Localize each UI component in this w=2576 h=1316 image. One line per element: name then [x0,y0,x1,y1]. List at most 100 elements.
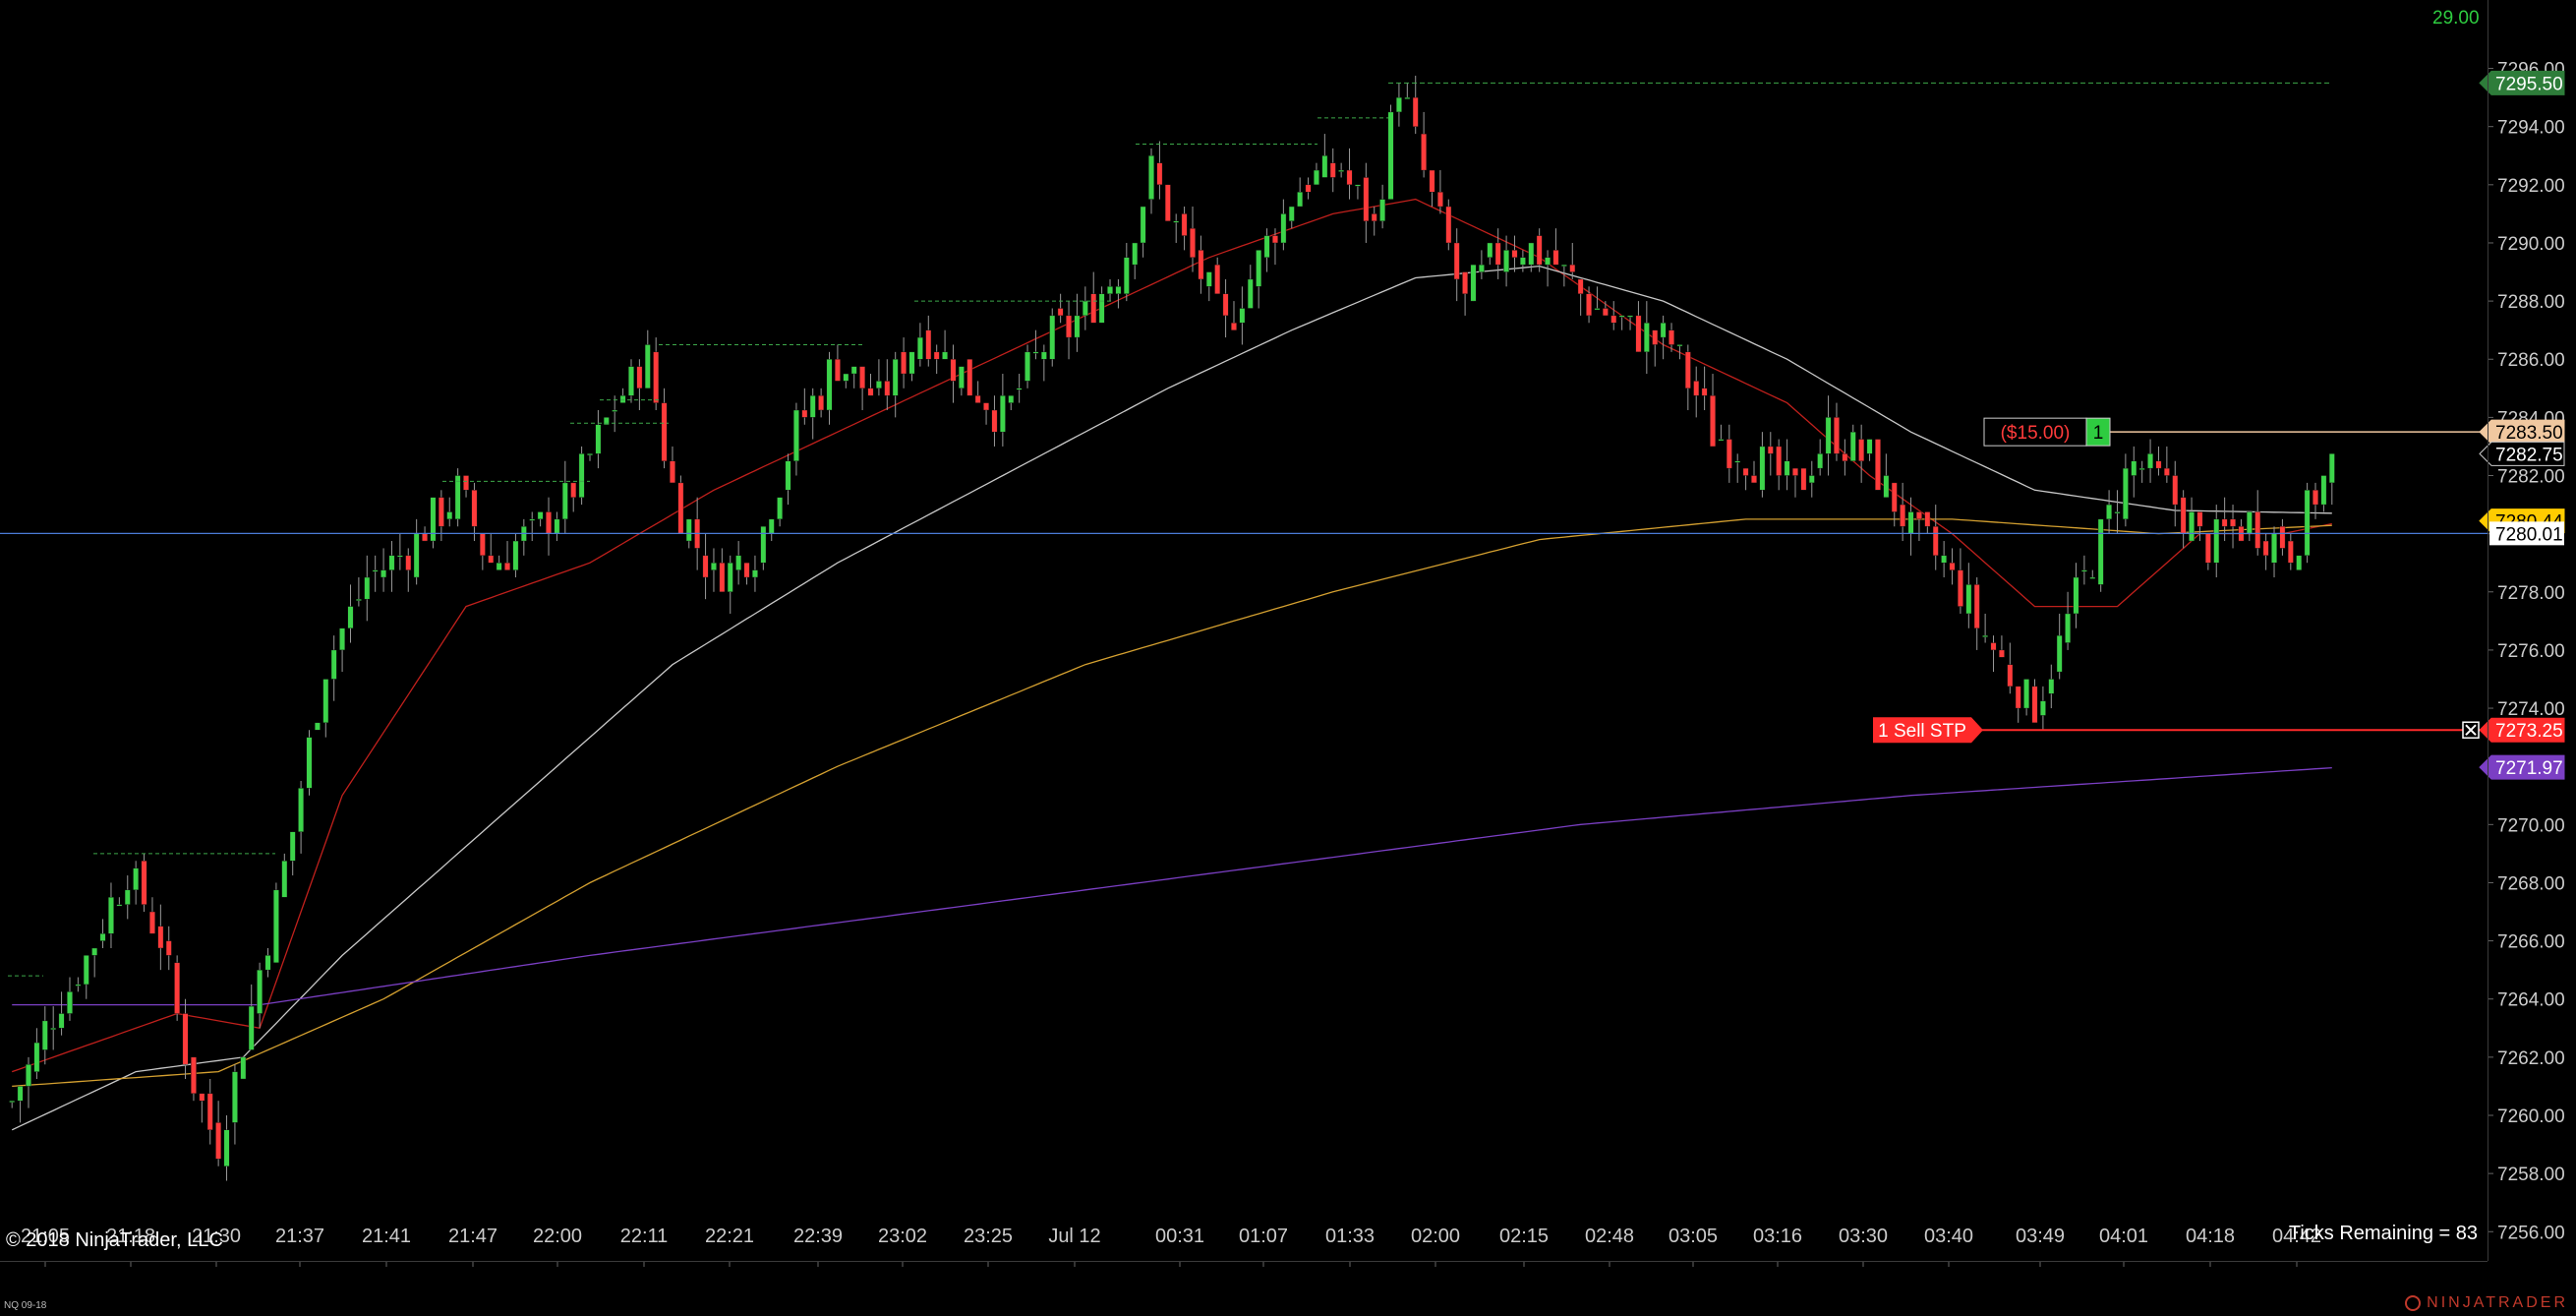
candle [793,402,799,476]
price-tick-label: 7270.00 [2497,815,2565,836]
candle-body [1825,417,1832,454]
candle [2287,533,2294,570]
time-tick-label: 23:02 [878,1226,927,1247]
candle-body [116,904,123,907]
candle-body [1610,315,1617,324]
candle-body [2246,511,2253,534]
candle [1958,548,1963,614]
candle [1346,148,1353,200]
candle-body [2065,613,2071,643]
candle [67,977,73,1021]
candle-body [1040,351,1047,360]
price-tick-label: 7258.00 [2497,1165,2565,1185]
candle-body [1214,264,1221,294]
price-tag: 7295.50 [2479,70,2565,95]
ema_mid-line [11,265,2332,1131]
stop-order-badge[interactable]: 1 Sell STP [1873,717,1983,744]
candle-body [1652,329,1659,345]
candle [33,1028,40,1080]
candle-body [248,1005,255,1050]
candle-body [306,737,313,789]
position-badge[interactable]: ($15.00) 1 [1983,417,2111,447]
candle-body [1479,264,1485,272]
candle-body [1396,96,1402,113]
candle [2320,475,2327,512]
time-tick-label: 04:01 [2099,1226,2148,1247]
candle-body [999,394,1006,433]
candle-body [1982,634,1989,637]
candle [2163,446,2170,483]
candle-body [91,947,98,956]
time-tick-label: 04:18 [2186,1226,2235,1247]
candle-body [546,511,552,534]
order-layer[interactable]: ($15.00) 1 1 Sell STP [1873,417,2480,744]
candle [636,359,643,410]
candle [1123,242,1130,302]
price-tick-label: 7292.00 [2497,176,2565,197]
candle [529,511,536,542]
candle-body [281,861,288,898]
candle-body [2271,533,2277,564]
price-tick-label: 7294.00 [2497,118,2565,139]
price-tag: 7283.50 [2479,419,2565,445]
candle-body [685,518,692,542]
candle-body [396,555,403,558]
candle [298,780,304,854]
candle-body [83,955,89,986]
candle-body [1669,329,1674,345]
candle [1040,344,1047,382]
candle-body [835,359,841,382]
candle-body [1907,511,1914,534]
candle-body [2230,518,2236,527]
candle-body [974,394,981,403]
candle-body [1453,242,1460,280]
candle [1511,235,1518,272]
candle [785,453,791,506]
candle-body [1421,133,1428,171]
candle-body [1552,250,1559,266]
candle-body [33,1042,40,1072]
close-icon[interactable] [2462,721,2480,739]
candle-body [991,409,998,433]
candle [330,635,337,701]
stop-order-label: 1 Sell STP [1878,721,1966,742]
candle [1990,635,1997,673]
candle-body [339,628,345,651]
candle [1148,148,1154,214]
candle [1932,505,1939,570]
candle [2015,686,2021,723]
candle-body [1618,315,1625,318]
candle [711,548,717,592]
candle [1462,271,1468,316]
candle-body [257,969,263,1014]
crosshair-tag: 7280.01 [2489,521,2564,546]
candle [1032,329,1039,360]
indicator-layer [11,198,2332,1131]
candle [1767,432,1774,476]
price-chart[interactable]: 7296.007294.007292.007290.007288.007286.… [0,0,2576,1316]
candle [463,475,469,498]
price-axis[interactable]: 7296.007294.007292.007290.007288.007286.… [2479,60,2565,1244]
candle [867,374,874,396]
candle-body [1494,242,1501,266]
candle [1470,264,1477,302]
ninjatrader-logo-icon [2405,1294,2422,1311]
candle [83,955,89,999]
candle-body [1205,271,1212,287]
candle-body [124,889,131,905]
price-tag-label: 7273.25 [2495,721,2563,742]
candle-body [2007,664,2014,688]
candle-body [289,831,296,862]
candle-body [199,1093,205,1102]
candle [2213,505,2220,577]
candle-body [570,482,577,498]
candle [537,511,544,527]
candle-body [908,351,915,375]
time-tick-label: 03:30 [1839,1226,1888,1247]
candle [628,359,634,403]
candle [1982,613,1989,643]
candle-body [223,1129,230,1166]
candle-body [578,453,585,498]
candle-body [1329,162,1336,178]
candle [1421,111,1428,178]
